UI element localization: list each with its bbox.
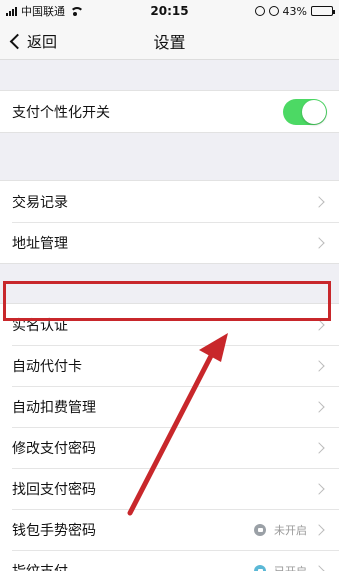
recover-password-label: 找回支付密码 (12, 481, 96, 498)
fingerprint-status: 已开启 (254, 563, 327, 571)
chevron-right-icon (313, 564, 325, 571)
gesture-status-text: 未开启 (274, 523, 307, 537)
auto-card-label: 自动代付卡 (12, 358, 82, 375)
chevron-right-icon (313, 359, 325, 372)
back-label: 返回 (27, 32, 58, 51)
fingerprint-row[interactable]: 指纹支付 已开启 (0, 550, 339, 571)
personalization-label: 支付个性化开关 (12, 104, 110, 121)
change-password-label: 修改支付密码 (12, 440, 96, 457)
address-label: 地址管理 (12, 235, 68, 252)
auto-card-row[interactable]: 自动代付卡 (0, 345, 339, 386)
personalization-row: 支付个性化开关 (0, 91, 339, 132)
status-left: 中国联通 (6, 3, 84, 19)
settings-group-personalization: 支付个性化开关 (0, 90, 339, 133)
battery-percent: 43% (282, 4, 307, 18)
lock-icon (254, 523, 266, 536)
settings-group-records: 交易记录 地址管理 (0, 180, 339, 264)
change-password-row[interactable]: 修改支付密码 (0, 427, 339, 468)
battery-icon (311, 6, 335, 16)
fingerprint-label: 指纹支付 (12, 561, 68, 571)
gesture-password-row[interactable]: 钱包手势密码 未开启 (0, 509, 339, 550)
chevron-right-icon (313, 523, 325, 536)
chevron-right-icon (313, 441, 325, 454)
chevron-right-icon (313, 482, 325, 495)
alarm-icon (268, 6, 279, 16)
recover-password-row[interactable]: 找回支付密码 (0, 468, 339, 509)
lock-icon (254, 564, 266, 571)
nav-bar: 返回 设置 (0, 22, 339, 60)
address-row[interactable]: 地址管理 (0, 222, 339, 263)
auto-deduct-row[interactable]: 自动扣费管理 (0, 386, 339, 427)
auto-deduct-label: 自动扣费管理 (12, 399, 96, 416)
wifi-icon (69, 6, 84, 16)
fingerprint-status-text: 已开启 (274, 564, 307, 571)
chevron-right-icon (313, 318, 325, 331)
signal-icon (6, 6, 17, 16)
gesture-password-label: 钱包手势密码 (12, 522, 96, 539)
chevron-left-icon (9, 33, 26, 49)
status-right: 43% (254, 4, 335, 18)
chevron-right-icon (313, 400, 325, 413)
transactions-label: 交易记录 (12, 194, 68, 211)
back-button[interactable]: 返回 (8, 22, 57, 60)
page-title: 设置 (153, 32, 186, 52)
chevron-right-icon (313, 195, 325, 208)
carrier-label: 中国联通 (21, 5, 65, 18)
status-bar: 中国联通 20:15 43% (0, 0, 339, 22)
personalization-toggle[interactable] (283, 98, 327, 125)
lock-rotation-icon (254, 6, 265, 16)
realname-row[interactable]: 实名认证 (0, 304, 339, 345)
realname-label: 实名认证 (12, 317, 68, 334)
settings-group-security: 实名认证 自动代付卡 自动扣费管理 修改支付密码 找回支付密码 钱包手势密码 未… (0, 303, 339, 571)
gesture-password-status: 未开启 (254, 522, 327, 538)
transactions-row[interactable]: 交易记录 (0, 181, 339, 222)
chevron-right-icon (313, 236, 325, 249)
toggle-knob (302, 99, 326, 124)
